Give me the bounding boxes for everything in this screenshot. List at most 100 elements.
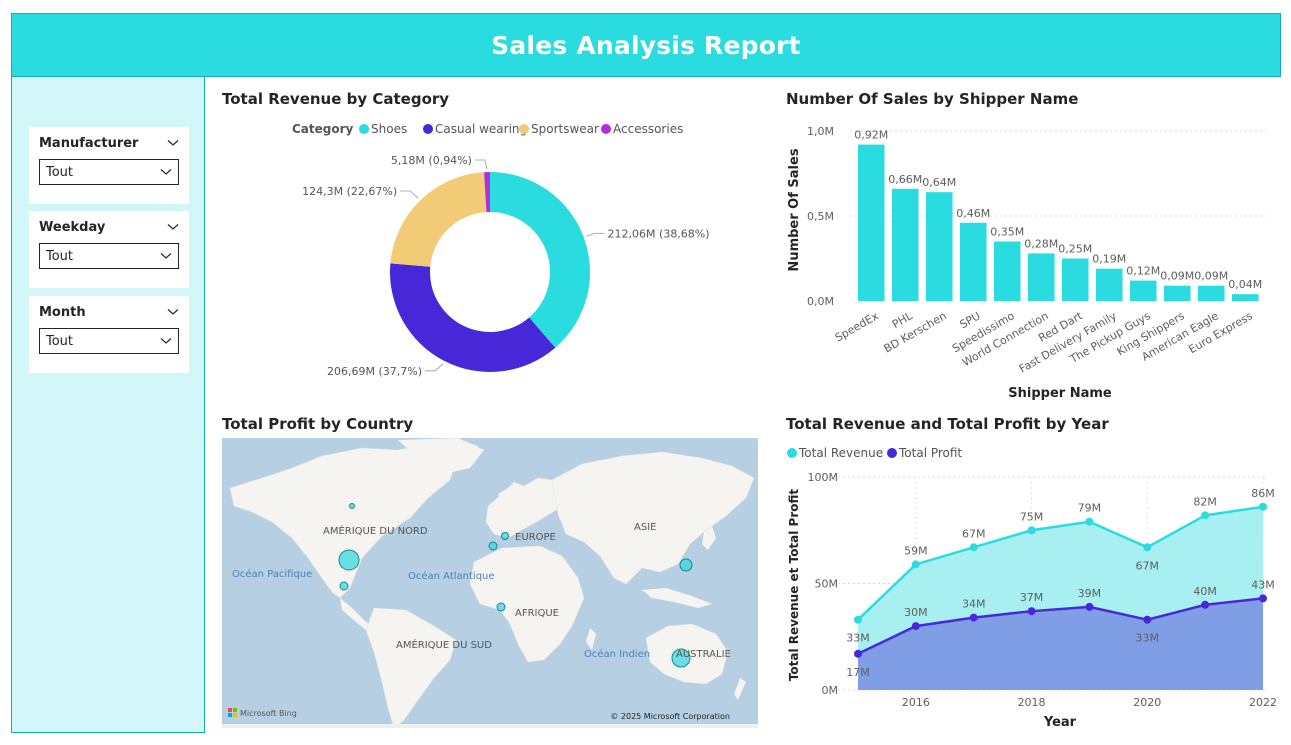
bar[interactable] [994, 241, 1021, 302]
sales-by-shipper-bar-chart[interactable]: 0,0M0,5M1,0M 0,92MSpeedEx0,66MPHL0,64MBD … [780, 115, 1280, 405]
bar[interactable] [926, 192, 953, 301]
country-bubble[interactable] [501, 532, 509, 540]
legend-item[interactable]: Total Profit [898, 446, 962, 460]
country-bubble[interactable] [679, 558, 693, 572]
bar[interactable] [1096, 268, 1123, 301]
manufacturer-dropdown[interactable]: Tout [39, 159, 179, 185]
country-bubble[interactable] [339, 581, 349, 591]
bar[interactable] [1198, 285, 1225, 301]
series-data-label: 17M [846, 666, 870, 679]
legend-item[interactable]: Sportswear [531, 122, 599, 136]
country-bubble[interactable] [488, 541, 498, 551]
bar-data-label: 0,35M [990, 226, 1024, 239]
series-point[interactable] [1201, 511, 1210, 520]
bar-data-label: 0,66M [888, 173, 922, 186]
revenue-profit-by-year-chart[interactable]: Total Revenue Total Profit 0M 50M 100M 2016 20… [780, 440, 1280, 735]
series-point[interactable] [1085, 517, 1094, 526]
leader-line [474, 159, 488, 170]
series-point[interactable] [911, 560, 920, 569]
series-data-label: 59M [904, 544, 928, 557]
y-tick-label: 50M [815, 578, 839, 591]
series-point[interactable] [1085, 602, 1094, 611]
series-point[interactable] [1259, 502, 1267, 511]
label-europe: EUROPE [515, 532, 556, 543]
country-bubble[interactable] [349, 503, 355, 509]
report-title: Sales Analysis Report [491, 30, 801, 60]
weekday-slicer: Weekday Tout [29, 211, 189, 288]
series-point[interactable] [1027, 607, 1036, 616]
legend-item[interactable]: Shoes [371, 122, 407, 136]
series-point[interactable] [854, 615, 862, 624]
x-tick-label: 2018 [1018, 696, 1046, 709]
bar[interactable] [1164, 285, 1191, 301]
series-data-label: 40M [1193, 585, 1217, 598]
chevron-down-icon [160, 253, 172, 259]
chevron-down-icon[interactable] [167, 137, 179, 149]
series-point[interactable] [969, 613, 978, 622]
bar[interactable] [1232, 294, 1259, 301]
weekday-dropdown[interactable]: Tout [39, 243, 179, 269]
label-africa: AFRIQUE [515, 608, 559, 619]
legend-item[interactable]: Accessories [613, 122, 683, 136]
x-axis-title: Year [1043, 715, 1077, 730]
bar-chart-title: Number Of Sales by Shipper Name [786, 90, 1079, 108]
bar-data-label: 0,46M [956, 207, 990, 220]
map-copyright: © 2025 Microsoft Corporation [610, 712, 730, 721]
series-data-label: 75M [1020, 510, 1044, 523]
donut-data-label: 206,69M (37,7%) [327, 365, 422, 378]
bar-data-label: 0,25M [1058, 243, 1092, 256]
legend-item[interactable]: Total Revenue [798, 446, 883, 460]
manufacturer-slicer: Manufacturer Tout [29, 127, 189, 204]
legend-marker [519, 124, 529, 134]
series-data-label: 37M [1020, 591, 1044, 604]
series-data-label: 39M [1078, 587, 1102, 600]
label-north-america: AMÉRIQUE DU NORD [323, 524, 428, 537]
chevron-down-icon [160, 169, 172, 175]
profit-by-country-map[interactable]: AMÉRIQUE DU NORD AMÉRIQUE DU SUD EUROPE … [222, 438, 758, 728]
x-tick-label: SpeedEx [833, 309, 881, 344]
bar-data-label: 0,09M [1160, 270, 1194, 283]
donut-data-label: 212,06M (38,68%) [608, 227, 710, 240]
x-tick-label: 2016 [902, 696, 930, 709]
donut-slice[interactable] [490, 172, 590, 348]
bar-data-label: 0,28M [1024, 237, 1058, 250]
label-indian: Océan Indien [584, 648, 650, 660]
leader-line [400, 190, 419, 199]
series-data-label: 67M [1136, 559, 1160, 572]
series-data-label: 33M [846, 632, 870, 645]
country-bubble[interactable] [338, 549, 360, 571]
donut-chart-title: Total Revenue by Category [222, 90, 450, 108]
series-point[interactable] [1143, 615, 1152, 624]
bar[interactable] [960, 222, 987, 301]
bar[interactable] [892, 188, 919, 301]
legend-item[interactable]: Casual wearing [435, 122, 527, 136]
label-south-america: AMÉRIQUE DU SUD [396, 638, 492, 651]
legend-marker [423, 124, 433, 134]
series-point[interactable] [969, 543, 978, 552]
bar[interactable] [1028, 253, 1055, 301]
bar[interactable] [1062, 258, 1089, 302]
series-point[interactable] [1201, 600, 1210, 609]
series-point[interactable] [1143, 543, 1152, 552]
report-header: Sales Analysis Report [11, 13, 1281, 77]
series-point[interactable] [854, 649, 862, 658]
series-point[interactable] [1259, 594, 1267, 603]
bar-data-label: 0,04M [1228, 278, 1262, 291]
y-tick-label: 1,0M [807, 125, 834, 138]
y-tick-label: 0,5M [807, 210, 834, 223]
chevron-down-icon[interactable] [167, 221, 179, 233]
country-bubble[interactable] [496, 602, 506, 612]
donut-data-label: 5,18M (0,94%) [391, 154, 472, 167]
weekday-slicer-title: Weekday [39, 219, 106, 235]
series-data-label: 43M [1251, 578, 1275, 591]
y-tick-label: 0,0M [807, 295, 834, 308]
leader-line [586, 232, 605, 237]
donut-slice[interactable] [390, 172, 487, 267]
series-point[interactable] [1027, 526, 1036, 535]
bar[interactable] [858, 144, 885, 301]
month-dropdown[interactable]: Tout [39, 328, 179, 354]
bar[interactable] [1130, 280, 1157, 301]
revenue-by-category-donut[interactable]: Category Shoes Casual wearing Sportswear Acc… [222, 115, 762, 390]
series-point[interactable] [911, 622, 920, 631]
chevron-down-icon[interactable] [167, 306, 179, 318]
